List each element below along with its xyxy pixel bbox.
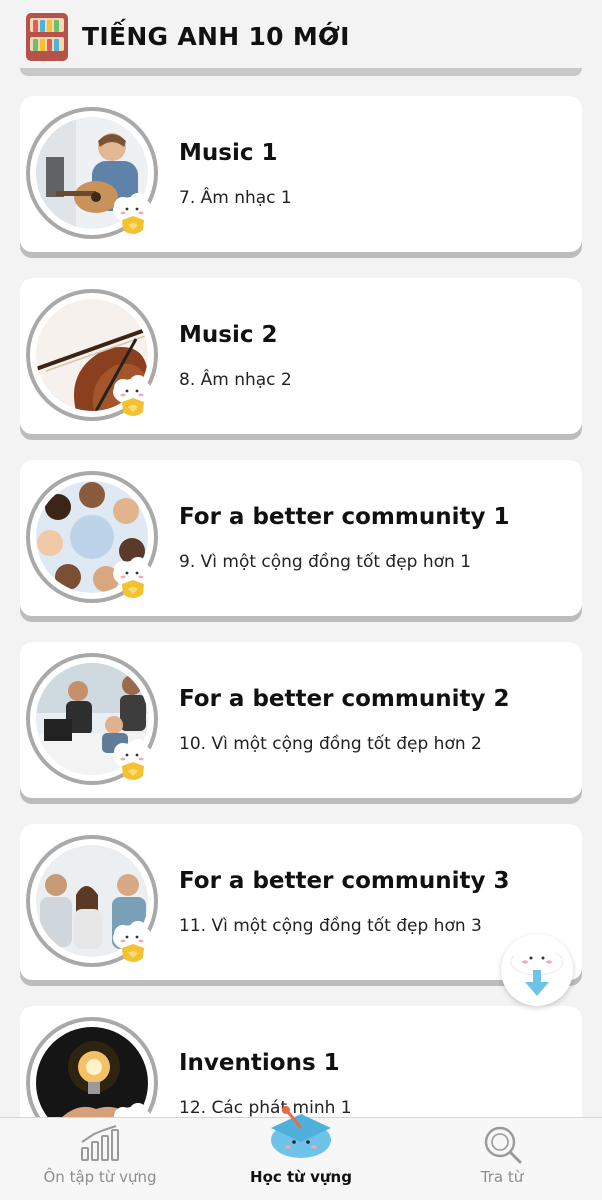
lesson-title: Music 2 <box>179 322 278 348</box>
nav-label: Tra từ <box>480 1168 524 1186</box>
course-title[interactable]: TIẾNG ANH 10 MỚI <box>82 22 350 51</box>
lesson-subtitle: 8. Âm nhạc 2 <box>179 370 292 390</box>
cloud-badge-icon <box>113 193 153 234</box>
bottom-navigation: Ôn tập từ vựng Học từ vựng Tra từ <box>0 1106 602 1200</box>
header-divider <box>20 68 582 76</box>
nav-learn-vocabulary[interactable]: Học từ vựng <box>200 1106 402 1200</box>
lesson-title: Inventions 1 <box>179 1050 340 1076</box>
lesson-card[interactable]: Music 2 8. Âm nhạc 2 <box>20 278 582 440</box>
scroll-down-button[interactable] <box>501 934 573 1006</box>
nav-label: Học từ vựng <box>250 1168 352 1186</box>
nav-dictionary[interactable]: Tra từ <box>402 1118 602 1200</box>
lesson-card[interactable]: For a better community 2 10. Vì một cộng… <box>20 642 582 804</box>
cloud-badge-icon <box>113 557 153 598</box>
lesson-card[interactable]: Music 1 7. Âm nhạc 1 <box>20 96 582 258</box>
lesson-subtitle: 9. Vì một cộng đồng tốt đẹp hơn 1 <box>179 552 472 572</box>
bar-chart-icon <box>81 1125 119 1161</box>
app-header: TIẾNG ANH 10 MỚI <box>0 0 602 76</box>
lesson-title: For a better community 3 <box>179 868 510 894</box>
lesson-subtitle: 11. Vì một cộng đồng tốt đẹp hơn 3 <box>179 916 482 936</box>
lesson-title: Music 1 <box>179 140 278 166</box>
cloud-arrow-down-icon <box>510 940 564 996</box>
cloud-badge-icon <box>113 375 153 416</box>
lesson-title: For a better community 2 <box>179 686 510 712</box>
lesson-title: For a better community 1 <box>179 504 510 530</box>
cloud-badge-icon <box>113 739 153 780</box>
lesson-subtitle: 10. Vì một cộng đồng tốt đẹp hơn 2 <box>179 734 482 754</box>
cloud-badge-icon <box>113 921 153 962</box>
search-icon <box>484 1126 522 1164</box>
lesson-subtitle: 7. Âm nhạc 1 <box>179 188 292 208</box>
bookshelf-icon[interactable] <box>26 13 68 61</box>
graduation-cap-icon <box>271 1106 331 1158</box>
nav-review-vocabulary[interactable]: Ôn tập từ vựng <box>0 1118 200 1200</box>
chevron-down-icon[interactable] <box>318 31 334 47</box>
lesson-card[interactable]: For a better community 1 9. Vì một cộng … <box>20 460 582 622</box>
nav-label: Ôn tập từ vựng <box>43 1168 157 1186</box>
lesson-card[interactable]: For a better community 3 11. Vì một cộng… <box>20 824 582 986</box>
